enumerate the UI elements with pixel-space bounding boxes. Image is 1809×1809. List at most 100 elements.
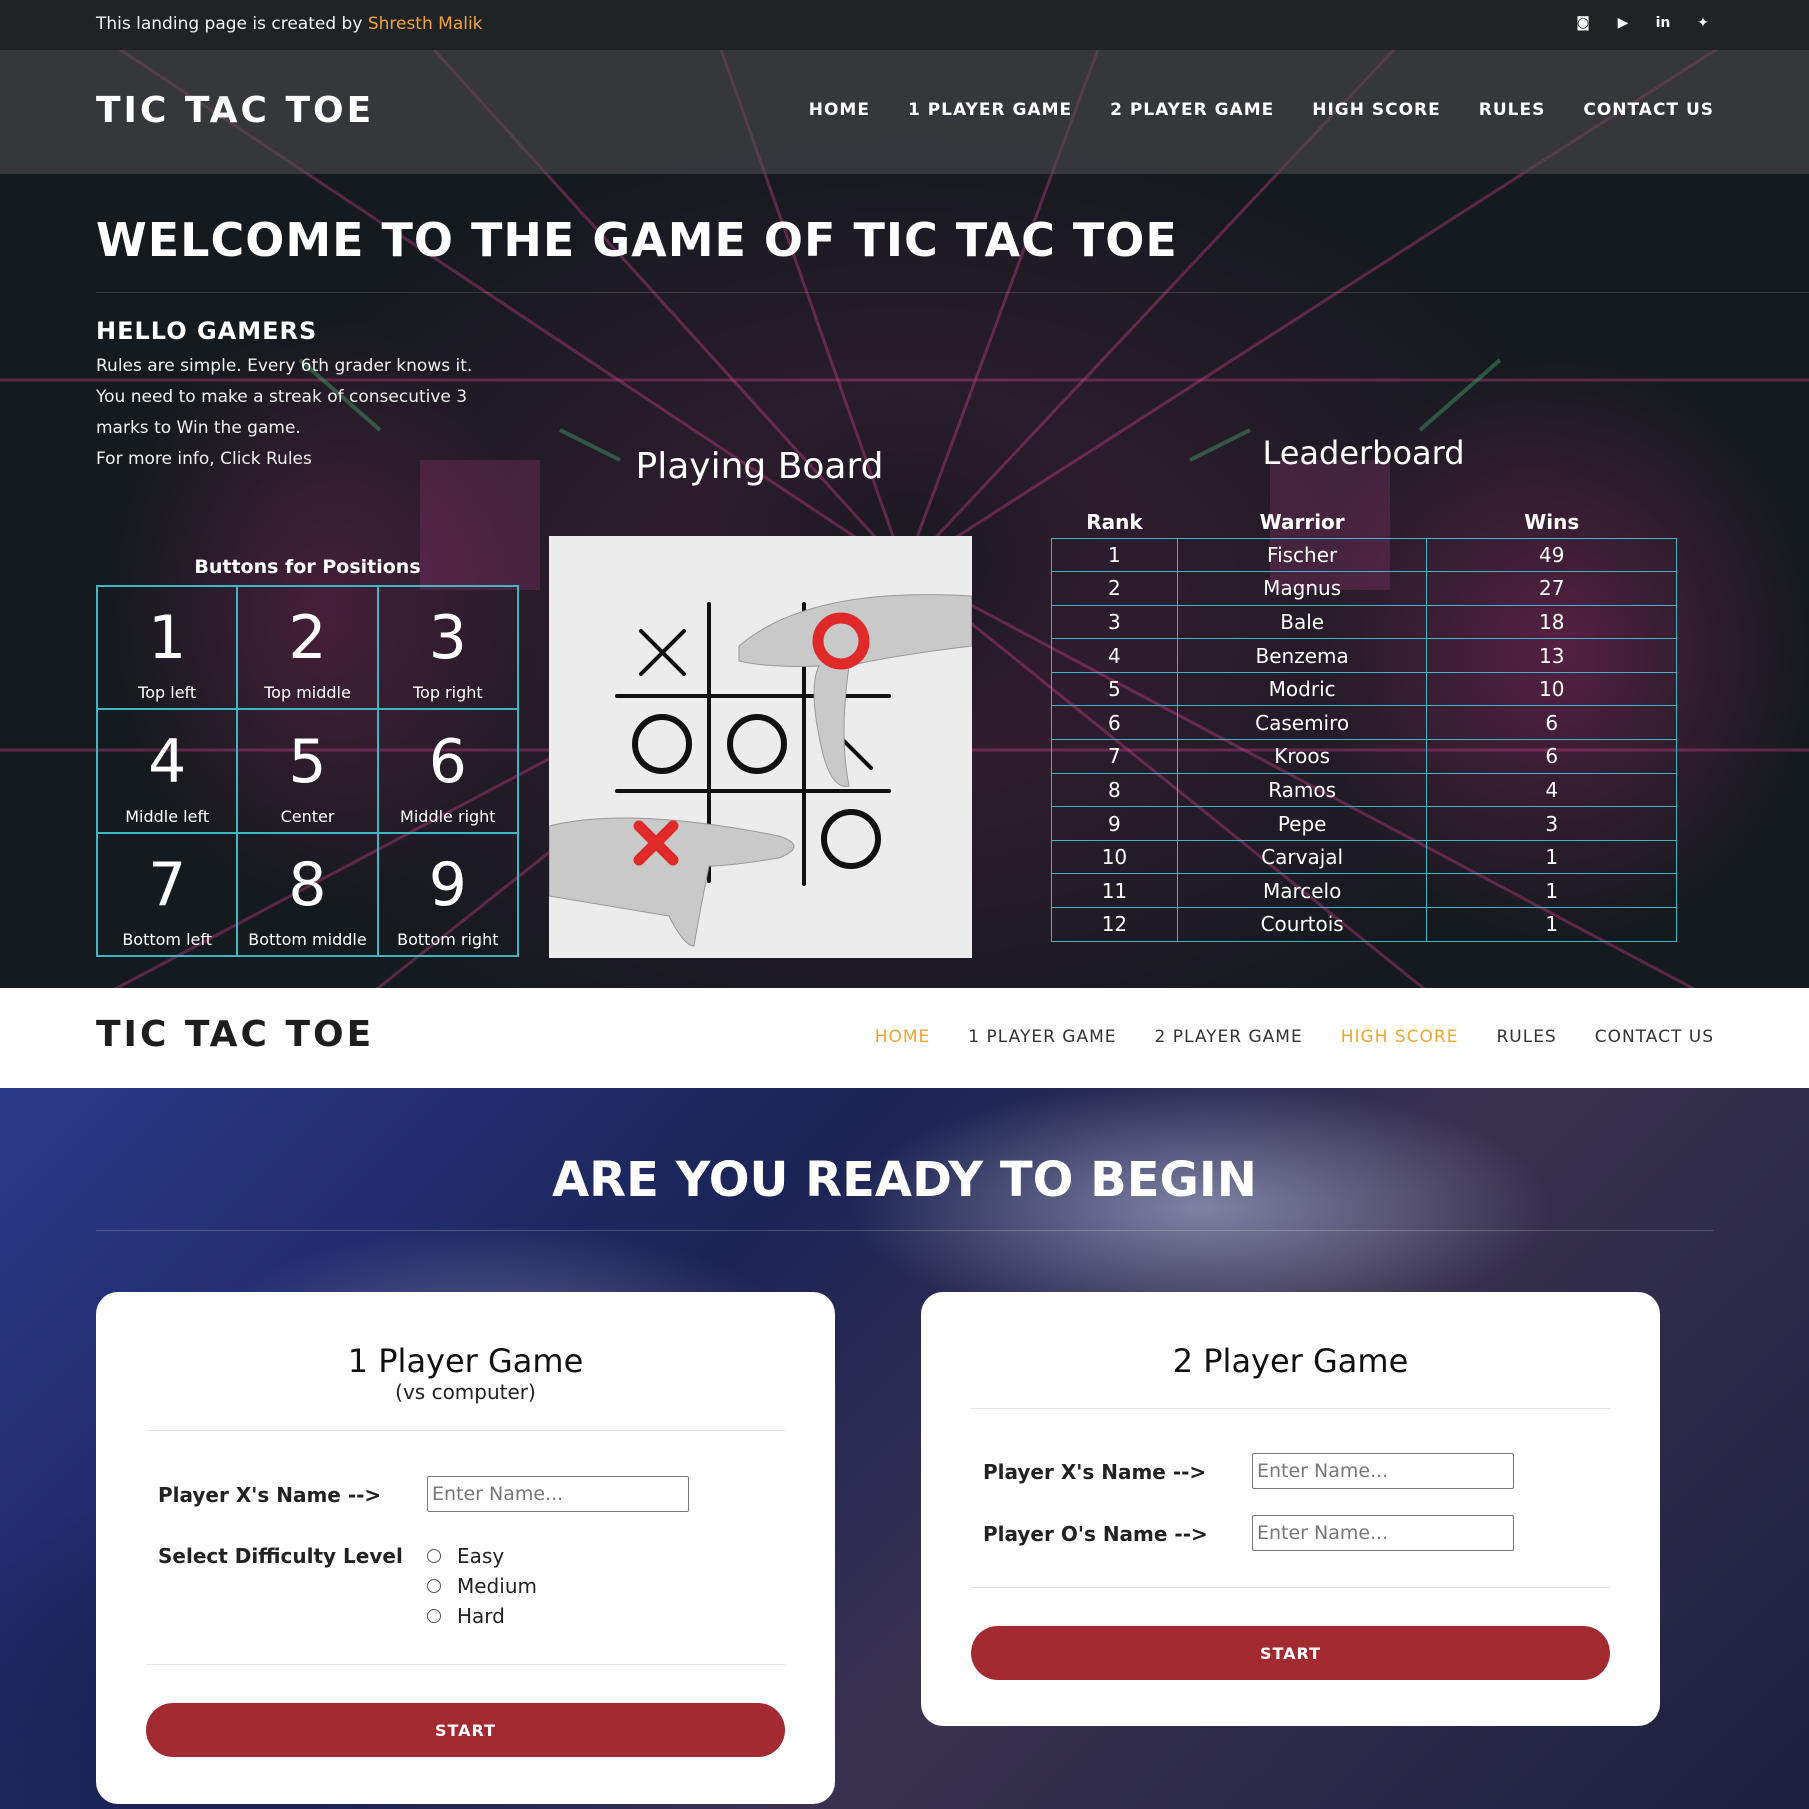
difficulty-option-medium[interactable]: Medium [427, 1574, 537, 1598]
radio-button[interactable] [427, 1549, 441, 1563]
leaderboard-row: 1 Fischer 49 [1051, 537, 1677, 573]
nav-contact-us[interactable]: CONTACT US [1583, 100, 1714, 120]
difficulty-medium-label: Medium [457, 1574, 537, 1598]
nav-1-player-game[interactable]: 1 PLAYER GAME [908, 100, 1072, 120]
player-o-name-input[interactable] [1252, 1515, 1514, 1551]
nav-rules[interactable]: RULES [1496, 1027, 1556, 1047]
rank-cell: 5 [1051, 671, 1178, 707]
start-game-section: ARE YOU READY TO BEGIN 1 Player Game (vs… [0, 1088, 1809, 1809]
youtube-icon[interactable]: ▶ [1613, 13, 1633, 33]
player-x-name-input[interactable] [427, 1476, 689, 1512]
nav-2-player-game[interactable]: 2 PLAYER GAME [1155, 1027, 1303, 1047]
rank-cell: 7 [1051, 739, 1178, 774]
leaderboard-row: 3 Bale 18 [1051, 604, 1677, 640]
intro-line: You need to make a streak of consecutive… [96, 387, 468, 407]
player-x-name-input[interactable] [1252, 1453, 1514, 1489]
wins-cell: 6 [1426, 705, 1677, 741]
card-title: 1 Player Game [347, 1342, 584, 1380]
main-nav: HOME 1 PLAYER GAME 2 PLAYER GAME HIGH SC… [809, 100, 1714, 120]
credit-text: This landing page is created by Shresth … [96, 14, 483, 34]
leaderboard-row: 12 Courtois 1 [1051, 907, 1677, 942]
position-button-1[interactable]: 1 Top left [97, 586, 238, 710]
leaderboard-row: 11 Marcelo 1 [1051, 873, 1677, 909]
nav-contact-us[interactable]: CONTACT US [1595, 1027, 1714, 1047]
position-button-8[interactable]: 8 Bottom middle [237, 832, 378, 956]
wins-cell: 3 [1426, 806, 1677, 841]
position-button-9[interactable]: 9 Bottom right [377, 832, 518, 956]
position-label: Middle right [400, 806, 496, 826]
intro-block: HELLO GAMERS Rules are simple. Every 6th… [96, 317, 516, 475]
radio-button[interactable] [427, 1609, 441, 1623]
position-number: 2 [288, 603, 327, 674]
difficulty-option-easy[interactable]: Easy [427, 1544, 504, 1568]
position-button-3[interactable]: 3 Top right [377, 586, 518, 710]
radio-button[interactable] [427, 1579, 441, 1593]
credit-author-link[interactable]: Shresth Malik [368, 14, 483, 34]
wins-cell: 49 [1426, 537, 1677, 573]
social-links: ◙ ▶ in ✦ [1573, 13, 1713, 33]
position-label: Top left [138, 683, 197, 703]
position-label: Center [280, 806, 335, 826]
nav-home[interactable]: HOME [875, 1027, 931, 1047]
linkedin-icon[interactable]: in [1653, 13, 1673, 33]
position-number: 5 [288, 726, 327, 797]
position-number: 7 [148, 850, 187, 920]
brand-logo[interactable]: TIC TAC TOE [96, 1014, 374, 1055]
leaderboard-row: 6 Casemiro 6 [1051, 705, 1677, 741]
wins-cell: 1 [1426, 907, 1677, 942]
position-button-2[interactable]: 2 Top middle [237, 586, 378, 710]
two-player-start-button[interactable]: START [971, 1626, 1610, 1680]
main-nav: HOME 1 PLAYER GAME 2 PLAYER GAME HIGH SC… [875, 1027, 1714, 1047]
one-player-start-button[interactable]: START [146, 1703, 785, 1757]
credit-prefix: This landing page is created by [96, 14, 363, 34]
hero-divider [96, 292, 1809, 293]
nav-1-player-game[interactable]: 1 PLAYER GAME [968, 1027, 1116, 1047]
brand-logo[interactable]: TIC TAC TOE [96, 90, 374, 131]
nav-2-player-game[interactable]: 2 PLAYER GAME [1110, 100, 1274, 120]
position-button-6[interactable]: 6 Middle right [377, 709, 518, 833]
position-label: Top middle [264, 683, 351, 703]
nav-high-score[interactable]: HIGH SCORE [1341, 1027, 1459, 1047]
rank-cell: 10 [1051, 839, 1178, 875]
two-player-card: 2 Player Game Player X's Name --> Player… [921, 1292, 1660, 1726]
warrior-cell: Carvajal [1176, 839, 1428, 875]
rank-cell: 2 [1051, 571, 1178, 606]
position-number: 9 [428, 850, 467, 920]
position-button-7[interactable]: 7 Bottom left [97, 832, 238, 956]
warrior-cell: Casemiro [1176, 705, 1428, 741]
instagram-icon[interactable]: ◙ [1573, 13, 1593, 33]
warrior-cell: Marcelo [1176, 873, 1428, 909]
position-number: 8 [288, 850, 327, 920]
rank-cell: 11 [1051, 873, 1178, 909]
positions-grid: 1 Top left 2 Top middle 3 Top right 4 Mi… [96, 585, 519, 957]
difficulty-option-hard[interactable]: Hard [427, 1604, 505, 1628]
position-label: Bottom right [397, 930, 499, 949]
leaderboard-row: 5 Modric 10 [1051, 671, 1677, 707]
warrior-cell: Benzema [1176, 638, 1428, 673]
position-button-4[interactable]: 4 Middle left [97, 709, 238, 833]
player-x-name-label: Player X's Name --> [983, 1460, 1207, 1484]
board-title: Playing Board [635, 446, 884, 487]
nav-high-score[interactable]: HIGH SCORE [1312, 100, 1441, 120]
nav-rules[interactable]: RULES [1479, 100, 1546, 120]
wins-cell: 6 [1426, 739, 1677, 774]
leaderboard-row: 4 Benzema 13 [1051, 638, 1677, 673]
twitter-icon[interactable]: ✦ [1693, 13, 1713, 33]
difficulty-easy-label: Easy [457, 1544, 505, 1568]
rank-cell: 8 [1051, 772, 1178, 808]
playing-board-image [548, 536, 973, 958]
wins-cell: 18 [1426, 604, 1677, 640]
leaderboard-row: 2 Magnus 27 [1051, 571, 1677, 606]
card-divider [146, 1430, 785, 1431]
rank-cell: 3 [1051, 604, 1178, 640]
position-number: 3 [428, 603, 467, 674]
nav-home[interactable]: HOME [809, 100, 870, 120]
wins-cell: 27 [1426, 571, 1677, 606]
hero-section: TIC TAC TOE HOME 1 PLAYER GAME 2 PLAYER … [0, 50, 1809, 988]
leaderboard-header-row: Rank Warrior Wins [1052, 506, 1677, 538]
position-button-5[interactable]: 5 Center [237, 709, 378, 833]
leaderboard-row: 7 Kroos 6 [1051, 739, 1677, 774]
warrior-cell: Courtois [1176, 907, 1428, 942]
card-divider [971, 1408, 1610, 1409]
top-strip: This landing page is created by Shresth … [0, 0, 1809, 50]
